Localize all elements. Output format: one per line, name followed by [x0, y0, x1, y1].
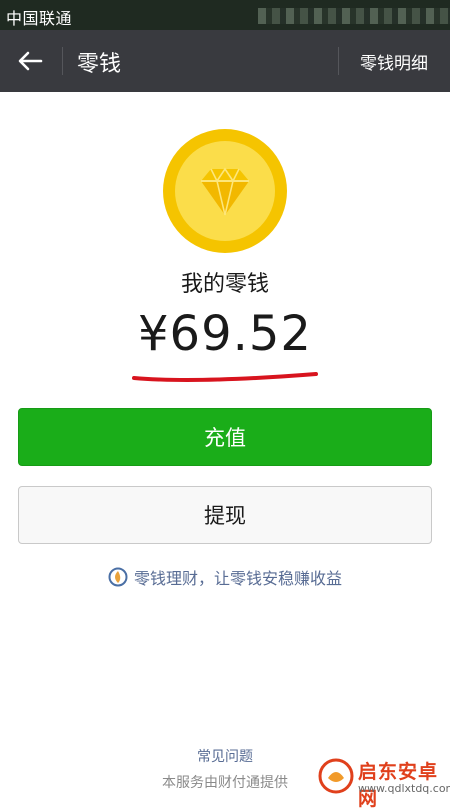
- transaction-details-link[interactable]: 零钱明细: [360, 49, 428, 74]
- recharge-button-label: 充值: [204, 426, 246, 450]
- site-watermark: 启东安卓网 www.qdlxtdq.com: [312, 752, 450, 810]
- wallet-label: 我的零钱: [180, 272, 269, 297]
- red-underline-annotation: [132, 372, 318, 383]
- watermark-url: www.qdlxtdq.com: [358, 782, 450, 795]
- withdraw-button-label: 提现: [204, 504, 246, 528]
- balance-amount: ¥69.52: [138, 306, 312, 362]
- carrier-label: 中国联通: [6, 9, 73, 28]
- withdraw-button[interactable]: 提现: [18, 486, 432, 544]
- header-divider: [62, 47, 63, 75]
- status-bar: 中国联通: [0, 0, 450, 30]
- watermark-logo-icon: [318, 758, 354, 794]
- diamond-coin-icon: [163, 129, 287, 253]
- status-icons-blurred: [258, 8, 450, 24]
- header-divider-right: [338, 47, 339, 75]
- arrow-left-icon: [18, 51, 43, 71]
- page-title: 零钱: [77, 52, 122, 77]
- licaitong-icon: [108, 567, 128, 587]
- recharge-button[interactable]: 充值: [18, 408, 432, 466]
- back-button[interactable]: [12, 43, 48, 79]
- wealth-management-link[interactable]: 零钱理财，让零钱安稳赚收益: [0, 565, 450, 589]
- wealth-management-text: 零钱理财，让零钱安稳赚收益: [133, 569, 342, 588]
- nav-header: 零钱 零钱明细: [0, 30, 450, 92]
